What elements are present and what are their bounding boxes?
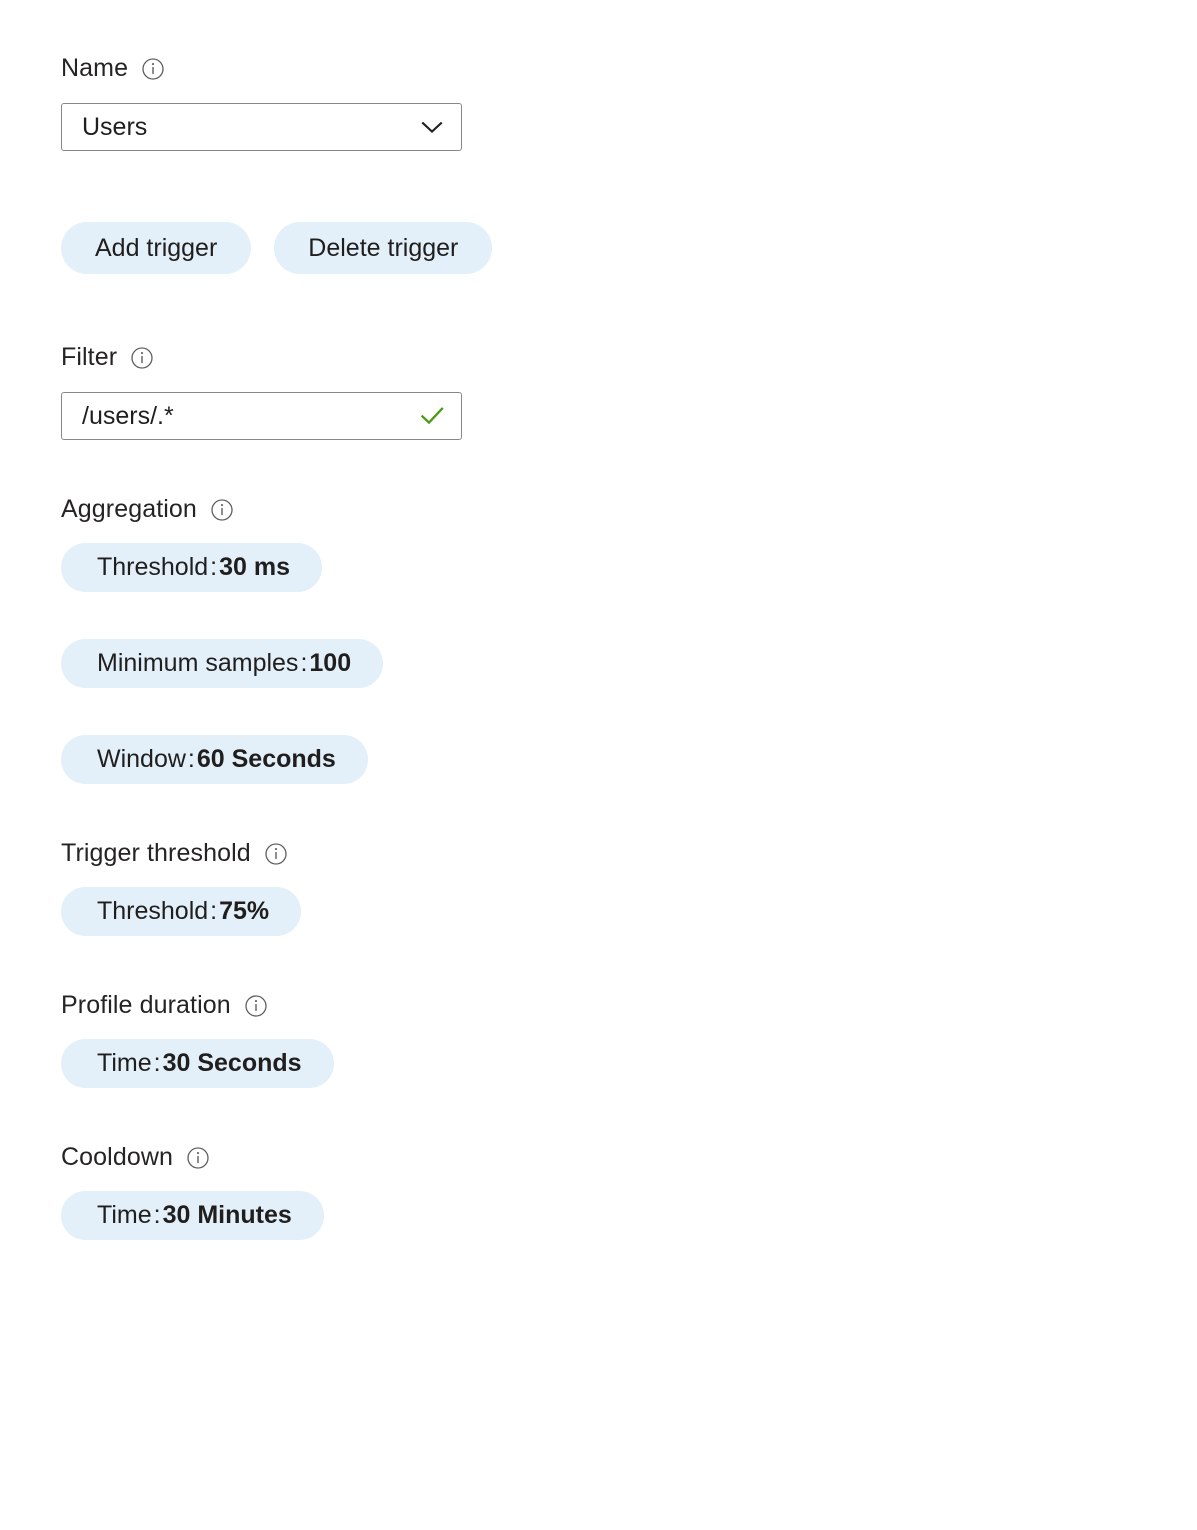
pill-key: Threshold (97, 897, 209, 925)
pill-separator: : (153, 1201, 161, 1229)
cooldown-label: Cooldown (61, 1143, 173, 1171)
info-circle-icon[interactable] (210, 498, 234, 522)
pill-value: 75% (219, 897, 270, 925)
pill-separator: : (187, 745, 195, 773)
aggregation-group: Aggregation Threshold : 30 ms Minimum sa… (61, 497, 1197, 784)
aggregation-threshold-pill[interactable]: Threshold : 30 ms (61, 543, 323, 592)
profile-duration-time-pill[interactable]: Time : 30 Seconds (61, 1039, 334, 1088)
pill-key: Window (97, 745, 186, 773)
filter-input-wrapper[interactable]: /users/.* (61, 392, 462, 440)
name-dropdown[interactable]: Users (61, 103, 462, 151)
aggregation-label: Aggregation (61, 495, 197, 523)
info-circle-icon[interactable] (264, 842, 288, 866)
delete-trigger-button[interactable]: Delete trigger (274, 222, 493, 274)
info-circle-icon[interactable] (141, 57, 165, 81)
info-circle-icon[interactable] (130, 346, 154, 370)
pill-key: Threshold (97, 553, 209, 581)
pill-value: 60 Seconds (196, 745, 336, 773)
pill-value: 30 Seconds (162, 1049, 302, 1077)
pill-key: Time (97, 1049, 152, 1077)
aggregation-window-pill[interactable]: Window : 60 Seconds (61, 735, 368, 784)
pill-key: Time (97, 1201, 152, 1229)
filter-field-group: Filter /users/.* (61, 345, 1197, 440)
pill-separator: : (210, 897, 218, 925)
trigger-threshold-label-row: Trigger threshold (61, 841, 1197, 866)
filter-label-row: Filter (61, 345, 1197, 370)
aggregation-label-row: Aggregation (61, 497, 1197, 522)
name-field-group: Name Users (61, 56, 1197, 151)
cooldown-label-row: Cooldown (61, 1145, 1197, 1170)
trigger-actions: Add trigger Delete trigger (61, 222, 1197, 274)
info-circle-icon[interactable] (186, 1146, 210, 1170)
cooldown-time-pill[interactable]: Time : 30 Minutes (61, 1191, 324, 1240)
aggregation-minimum-samples-pill[interactable]: Minimum samples : 100 (61, 639, 384, 688)
pill-value: 100 (309, 649, 352, 677)
profile-duration-group: Profile duration Time : 30 Seconds (61, 993, 1197, 1088)
chevron-down-icon[interactable] (415, 110, 449, 144)
pill-value: 30 Minutes (162, 1201, 292, 1229)
pill-separator: : (300, 649, 308, 677)
trigger-threshold-group: Trigger threshold Threshold : 75% (61, 841, 1197, 936)
pill-key: Minimum samples (97, 649, 299, 677)
trigger-threshold-label: Trigger threshold (61, 839, 251, 867)
name-label: Name (61, 54, 129, 82)
cooldown-group: Cooldown Time : 30 Minutes (61, 1145, 1197, 1240)
info-circle-icon[interactable] (244, 994, 268, 1018)
filter-input[interactable]: /users/.* (82, 404, 415, 429)
name-label-row: Name (61, 56, 1197, 81)
pill-value: 30 ms (219, 553, 291, 581)
filter-label: Filter (61, 343, 118, 371)
checkmark-icon (415, 399, 449, 433)
trigger-threshold-pill[interactable]: Threshold : 75% (61, 887, 302, 936)
add-trigger-button[interactable]: Add trigger (61, 222, 252, 274)
name-dropdown-value: Users (82, 114, 148, 140)
profile-duration-label: Profile duration (61, 991, 231, 1019)
trigger-settings-form: Name Users Add trigger Delete trigger Fi… (0, 0, 1197, 1240)
pill-separator: : (210, 553, 218, 581)
profile-duration-label-row: Profile duration (61, 993, 1197, 1018)
pill-separator: : (153, 1049, 161, 1077)
